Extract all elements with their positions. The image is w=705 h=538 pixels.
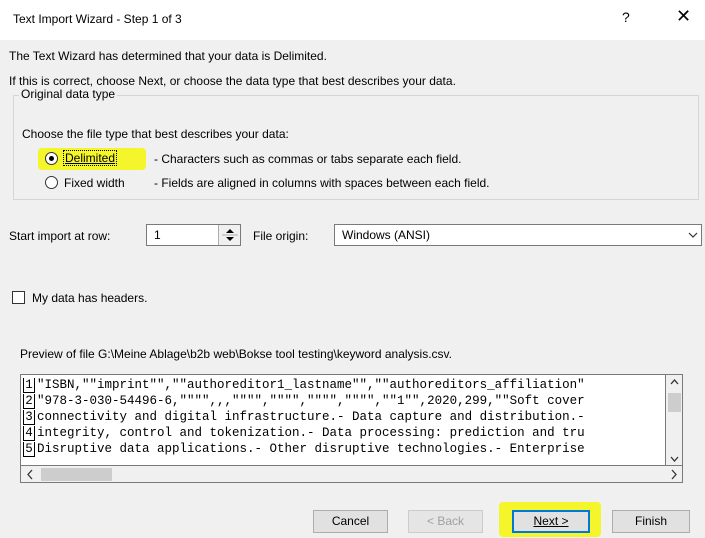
cancel-button[interactable]: Cancel [313, 510, 388, 533]
finish-button[interactable]: Finish [612, 510, 690, 533]
file-origin-value: Windows (ANSI) [342, 228, 431, 242]
preview-line: 5 Disruptive data applications.- Other di… [23, 441, 585, 457]
preview-line: 2 "978-3-030-54496-6,"""",,,"""","""","""… [23, 393, 585, 409]
preview-label: Preview of file G:\Meine Ablage\b2b web\… [20, 347, 452, 361]
preview-vertical-scrollbar[interactable] [666, 374, 683, 466]
preview-pane[interactable]: 1 "ISBN,""imprint"",""authoreditor1_lastn… [20, 374, 666, 466]
headers-checkbox-label[interactable]: My data has headers. [32, 291, 147, 305]
back-button[interactable]: < Back [408, 510, 483, 533]
data-type-legend: Original data type [19, 87, 118, 101]
title-bar: Text Import Wizard - Step 1 of 3 ? ✕ [0, 0, 705, 40]
preview-line: 1 "ISBN,""imprint"",""authoreditor1_lastn… [23, 377, 585, 393]
spinner-arrows-icon [222, 229, 238, 241]
file-origin-label: File origin: [253, 229, 309, 243]
preview-horizontal-scrollbar[interactable] [20, 466, 683, 483]
delimited-description: - Characters such as commas or tabs sepa… [154, 152, 462, 166]
intro-line-2: If this is correct, choose Next, or choo… [9, 74, 456, 88]
fixed-width-label[interactable]: Fixed width [64, 176, 125, 190]
vertical-scroll-thumb[interactable] [668, 393, 681, 412]
file-origin-select[interactable]: Windows (ANSI) [334, 224, 702, 246]
scroll-arrows-icon [27, 469, 677, 480]
next-button[interactable]: Next > [512, 510, 590, 533]
headers-checkbox[interactable] [12, 291, 25, 304]
fixed-width-radio[interactable] [45, 176, 58, 189]
preview-line: 4 integrity, control and tokenization.- D… [23, 425, 585, 441]
help-icon[interactable]: ? [622, 9, 630, 25]
data-type-prompt: Choose the file type that best describes… [22, 127, 289, 141]
window-title: Text Import Wizard - Step 1 of 3 [13, 12, 182, 26]
spinner-buttons[interactable] [218, 225, 240, 245]
intro-line-1: The Text Wizard has determined that your… [9, 49, 327, 63]
close-icon[interactable]: ✕ [676, 6, 691, 27]
delimited-radio[interactable] [45, 152, 58, 165]
preview-line: 3 connectivity and digital infrastructure… [23, 409, 585, 425]
fixed-width-description: - Fields are aligned in columns with spa… [154, 176, 490, 190]
start-row-label: Start import at row: [9, 229, 111, 243]
horizontal-scroll-thumb[interactable] [41, 468, 112, 481]
scroll-arrows-icon [670, 379, 679, 462]
delimited-label[interactable]: Delimited [62, 150, 118, 166]
start-row-value[interactable]: 1 [154, 228, 161, 242]
chevron-down-icon[interactable] [685, 225, 701, 245]
